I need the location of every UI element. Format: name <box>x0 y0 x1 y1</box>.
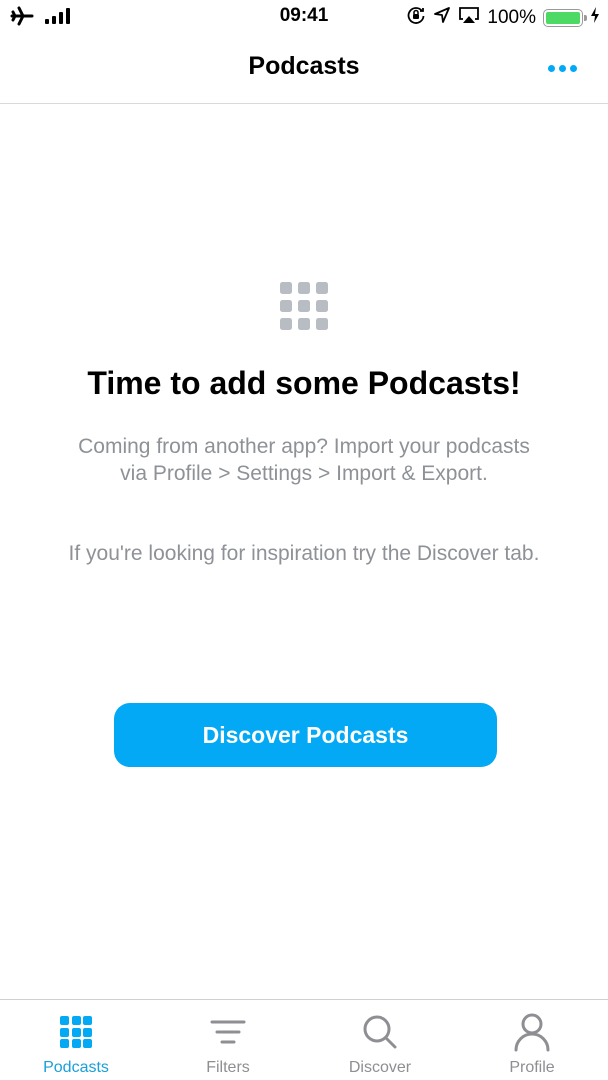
tab-profile[interactable]: Profile <box>456 1000 608 1080</box>
tab-label: Discover <box>348 1059 412 1076</box>
tab-label: Filters <box>206 1059 250 1076</box>
import-hint-line-1: Coming from another app? Import your pod… <box>78 435 530 458</box>
ellipsis-icon <box>547 64 555 72</box>
tab-discover[interactable]: Discover <box>304 1000 456 1080</box>
search-icon <box>360 1012 400 1052</box>
page-title: Podcasts <box>248 52 360 80</box>
empty-state-title: Time to add some Podcasts! <box>87 365 521 401</box>
import-hint: Coming from another app? Import your pod… <box>0 433 608 487</box>
orientation-lock-icon <box>406 5 426 31</box>
profile-icon <box>512 1012 552 1052</box>
grid-icon <box>60 1016 92 1048</box>
podcasts-grid-icon <box>280 282 328 330</box>
tab-bar: Podcasts Filters Discover Profile <box>0 999 608 1080</box>
tab-label: Podcasts <box>43 1059 109 1076</box>
discover-podcasts-button[interactable]: Discover Podcasts <box>114 703 497 767</box>
battery-icon <box>543 9 587 27</box>
filter-icon <box>208 1012 248 1052</box>
battery-percent: 100% <box>487 7 536 28</box>
navigation-bar: Podcasts <box>0 34 608 104</box>
battery-fill <box>546 12 580 24</box>
import-hint-line-2: via Profile > Settings > Import & Export… <box>120 462 488 485</box>
status-bar: 09:41 100% <box>0 0 608 34</box>
tab-label: Profile <box>509 1059 555 1076</box>
tab-filters[interactable]: Filters <box>152 1000 304 1080</box>
location-icon <box>433 6 451 30</box>
tab-podcasts[interactable]: Podcasts <box>0 1000 152 1080</box>
more-options-button[interactable] <box>542 58 582 78</box>
inspiration-hint: If you're looking for inspiration try th… <box>68 542 540 565</box>
charging-icon <box>590 6 600 30</box>
airplay-icon <box>458 6 480 30</box>
